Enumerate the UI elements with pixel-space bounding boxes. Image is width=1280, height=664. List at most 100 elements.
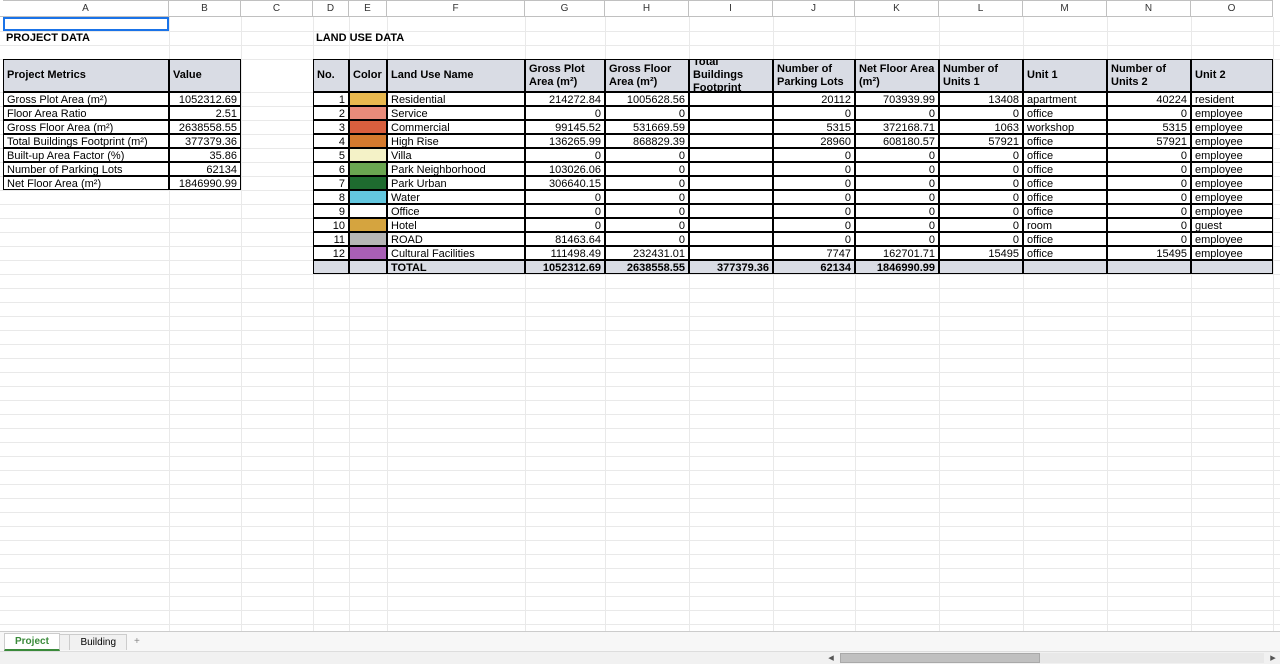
lu-nu1[interactable]: 1063 [939, 120, 1023, 134]
lu-u1[interactable]: office [1023, 232, 1107, 246]
lu-gfa[interactable]: 0 [605, 106, 689, 120]
lu-npl[interactable]: 20112 [773, 92, 855, 106]
col-header-N[interactable]: N [1107, 0, 1191, 17]
lu-header-tbf[interactable]: Total Buildings Footprint [689, 59, 773, 92]
lu-header-color[interactable]: Color [349, 59, 387, 92]
lu-tbf[interactable] [689, 148, 773, 162]
lu-u2[interactable]: resident [1191, 92, 1273, 106]
lu-tbf[interactable] [689, 106, 773, 120]
lu-u1[interactable]: room [1023, 218, 1107, 232]
lu-u1[interactable]: office [1023, 148, 1107, 162]
col-header-B[interactable]: B [169, 0, 241, 17]
lu-header-gpa[interactable]: Gross Plot Area (m²) [525, 59, 605, 92]
lu-u1[interactable]: workshop [1023, 120, 1107, 134]
lu-gfa[interactable]: 0 [605, 176, 689, 190]
lu-header-u1[interactable]: Unit 1 [1023, 59, 1107, 92]
lu-nu1[interactable]: 0 [939, 176, 1023, 190]
lu-name[interactable]: Water [387, 190, 525, 204]
lu-u1[interactable]: apartment [1023, 92, 1107, 106]
lu-no[interactable]: 5 [313, 148, 349, 162]
lu-u2[interactable]: employee [1191, 246, 1273, 260]
lu-total-label[interactable]: TOTAL [387, 260, 525, 274]
lu-gpa[interactable]: 103026.06 [525, 162, 605, 176]
lu-nfa[interactable]: 703939.99 [855, 92, 939, 106]
lu-nfa[interactable]: 0 [855, 148, 939, 162]
lu-u2[interactable]: employee [1191, 134, 1273, 148]
pm-value[interactable]: 1846990.99 [169, 176, 241, 190]
pm-value[interactable]: 35.86 [169, 148, 241, 162]
lu-npl[interactable]: 0 [773, 204, 855, 218]
lu-tbf[interactable] [689, 92, 773, 106]
lu-name[interactable]: High Rise [387, 134, 525, 148]
lu-gfa[interactable]: 0 [605, 232, 689, 246]
lu-nfa[interactable]: 0 [855, 176, 939, 190]
lu-u1[interactable]: office [1023, 134, 1107, 148]
lu-npl[interactable]: 5315 [773, 120, 855, 134]
title-landuse[interactable]: LAND USE DATA [313, 31, 613, 45]
lu-u1[interactable]: office [1023, 176, 1107, 190]
lu-nu1[interactable]: 0 [939, 204, 1023, 218]
lu-gpa[interactable]: 306640.15 [525, 176, 605, 190]
lu-u2[interactable]: employee [1191, 176, 1273, 190]
lu-name[interactable]: Service [387, 106, 525, 120]
lu-total-nfa[interactable]: 1846990.99 [855, 260, 939, 274]
lu-name[interactable]: Park Urban [387, 176, 525, 190]
lu-name[interactable]: Cultural Facilities [387, 246, 525, 260]
lu-header-nu1[interactable]: Number of Units 1 [939, 59, 1023, 92]
tab-nav-icon[interactable]: › [4, 636, 24, 647]
lu-nu2[interactable]: 0 [1107, 218, 1191, 232]
lu-gpa[interactable]: 0 [525, 148, 605, 162]
add-tab-button[interactable]: + [126, 634, 148, 649]
col-header-G[interactable]: G [525, 0, 605, 17]
lu-gfa[interactable]: 531669.59 [605, 120, 689, 134]
lu-header-npl[interactable]: Number of Parking Lots [773, 59, 855, 92]
lu-nu2[interactable]: 0 [1107, 204, 1191, 218]
lu-npl[interactable]: 0 [773, 162, 855, 176]
col-header-D[interactable]: D [313, 0, 349, 17]
lu-npl[interactable]: 0 [773, 148, 855, 162]
lu-gfa[interactable]: 0 [605, 204, 689, 218]
lu-tbf[interactable] [689, 246, 773, 260]
lu-tbf[interactable] [689, 120, 773, 134]
lu-nu2[interactable]: 40224 [1107, 92, 1191, 106]
pm-label[interactable]: Net Floor Area (m²) [3, 176, 169, 190]
lu-u2[interactable]: employee [1191, 106, 1273, 120]
pm-header-value[interactable]: Value [169, 59, 241, 92]
lu-nfa[interactable]: 0 [855, 232, 939, 246]
lu-name[interactable]: ROAD [387, 232, 525, 246]
lu-npl[interactable]: 0 [773, 218, 855, 232]
lu-total-npl[interactable]: 62134 [773, 260, 855, 274]
lu-total-gfa[interactable]: 2638558.55 [605, 260, 689, 274]
col-header-O[interactable]: O [1191, 0, 1273, 17]
lu-name[interactable]: Park Neighborhood [387, 162, 525, 176]
lu-header-nfa[interactable]: Net Floor Area (m²) [855, 59, 939, 92]
scroll-thumb[interactable] [840, 653, 1040, 663]
lu-no[interactable]: 6 [313, 162, 349, 176]
lu-gfa[interactable]: 232431.01 [605, 246, 689, 260]
lu-no[interactable]: 10 [313, 218, 349, 232]
lu-nfa[interactable]: 0 [855, 204, 939, 218]
lu-nu1[interactable]: 0 [939, 190, 1023, 204]
lu-tbf[interactable] [689, 162, 773, 176]
pm-value[interactable]: 1052312.69 [169, 92, 241, 106]
lu-u2[interactable]: employee [1191, 120, 1273, 134]
lu-no[interactable]: 4 [313, 134, 349, 148]
col-header-I[interactable]: I [689, 0, 773, 17]
lu-nu1[interactable]: 57921 [939, 134, 1023, 148]
lu-tbf[interactable] [689, 190, 773, 204]
lu-u2[interactable]: employee [1191, 162, 1273, 176]
lu-npl[interactable]: 7747 [773, 246, 855, 260]
lu-nfa[interactable]: 0 [855, 162, 939, 176]
lu-nu2[interactable]: 57921 [1107, 134, 1191, 148]
pm-label[interactable]: Gross Floor Area (m²) [3, 120, 169, 134]
tab-block[interactable]: Block [24, 634, 70, 650]
scroll-right-icon[interactable]: ▸ [1266, 652, 1280, 664]
lu-no[interactable]: 9 [313, 204, 349, 218]
lu-total-blank[interactable] [1107, 260, 1191, 274]
lu-u2[interactable]: employee [1191, 190, 1273, 204]
col-header-L[interactable]: L [939, 0, 1023, 17]
lu-nu2[interactable]: 0 [1107, 232, 1191, 246]
lu-nfa[interactable]: 0 [855, 190, 939, 204]
pm-value[interactable]: 2.51 [169, 106, 241, 120]
lu-tbf[interactable] [689, 176, 773, 190]
